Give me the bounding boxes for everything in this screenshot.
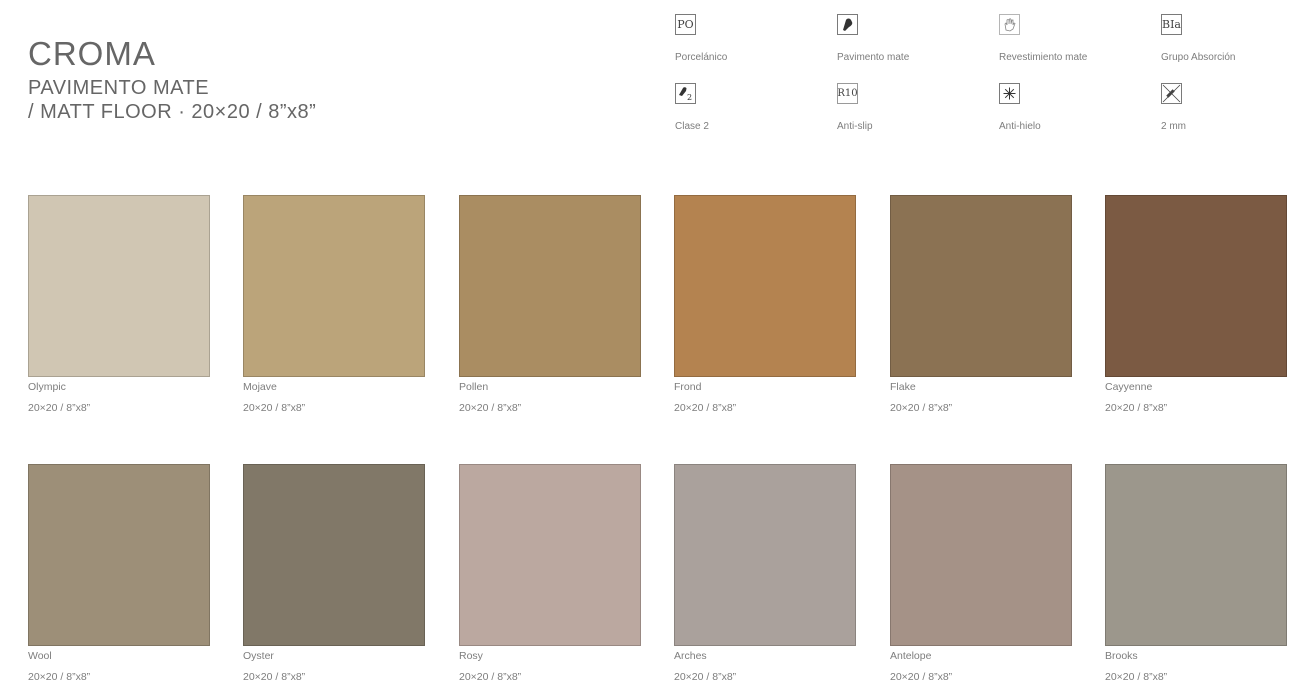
tile-card: Oyster 20×20 / 8”x8” (243, 464, 425, 684)
tile-card: Antelope 20×20 / 8”x8” (890, 464, 1072, 684)
tile-size: 20×20 / 8”x8” (1105, 671, 1168, 683)
hand-icon (999, 14, 1020, 35)
color-swatch (28, 195, 210, 377)
tile-size: 20×20 / 8”x8” (28, 402, 91, 414)
tile-name: Rosy (459, 650, 483, 662)
feature-class-2: 2 Clase 2 (675, 83, 837, 152)
tile-card: Wool 20×20 / 8”x8” (28, 464, 210, 684)
tile-size: 20×20 / 8”x8” (459, 402, 522, 414)
tile-card: Arches 20×20 / 8”x8” (674, 464, 856, 684)
feature-label: Clase 2 (675, 121, 709, 132)
color-swatch (28, 464, 210, 646)
feature-label: Pavimento mate (837, 52, 910, 63)
feature-label: 2 mm (1161, 121, 1186, 132)
porcelain-icon: PO (675, 14, 696, 35)
tile-size: 20×20 / 8”x8” (674, 402, 737, 414)
tile-name: Oyster (243, 650, 274, 662)
class-2-icon: 2 (675, 83, 696, 104)
tile-size: 20×20 / 8”x8” (243, 402, 306, 414)
tile-name: Brooks (1105, 650, 1138, 662)
color-swatch (1105, 464, 1287, 646)
tile-name: Arches (674, 650, 707, 662)
color-swatch (890, 195, 1072, 377)
feature-label: Anti-slip (837, 121, 873, 132)
tile-card: Frond 20×20 / 8”x8” (674, 195, 856, 415)
tile-size: 20×20 / 8”x8” (890, 402, 953, 414)
tile-card: Flake 20×20 / 8”x8” (890, 195, 1072, 415)
tile-card: Brooks 20×20 / 8”x8” (1105, 464, 1287, 684)
tile-size: 20×20 / 8”x8” (890, 671, 953, 683)
tile-size: 20×20 / 8”x8” (459, 671, 522, 683)
feature-label: Anti-hielo (999, 121, 1041, 132)
tile-card: Cayyenne 20×20 / 8”x8” (1105, 195, 1287, 415)
color-swatch (1105, 195, 1287, 377)
tile-name: Frond (674, 381, 702, 393)
subtitle-line-2: / MATT FLOOR · 20×20 / 8”x8” (28, 101, 317, 123)
feature-label: Porcelánico (675, 52, 728, 63)
snowflake-icon (999, 83, 1020, 104)
tile-name: Cayyenne (1105, 381, 1153, 393)
tile-name: Antelope (890, 650, 932, 662)
thickness-icon (1161, 83, 1182, 104)
color-swatch (674, 195, 856, 377)
tile-size: 20×20 / 8”x8” (1105, 402, 1168, 414)
tile-name: Wool (28, 650, 52, 662)
tile-name: Flake (890, 381, 916, 393)
feature-matt-wall: Revestimiento mate (999, 14, 1161, 83)
color-swatch (674, 464, 856, 646)
subtitle-line-1: PAVIMENTO MATE (28, 77, 210, 99)
tile-name: Olympic (28, 381, 66, 393)
svg-text:2: 2 (687, 93, 692, 102)
tile-size: 20×20 / 8”x8” (243, 671, 306, 683)
color-swatch (243, 464, 425, 646)
tile-size: 20×20 / 8”x8” (28, 671, 91, 683)
tile-name: Mojave (243, 381, 277, 393)
absorption-icon: BIa (1161, 14, 1182, 35)
feature-matt-floor: Pavimento mate (837, 14, 999, 83)
shoe-icon (837, 14, 858, 35)
tile-size: 20×20 / 8”x8” (674, 671, 737, 683)
color-swatch (243, 195, 425, 377)
tile-card: Pollen 20×20 / 8”x8” (459, 195, 641, 415)
tile-card: Olympic 20×20 / 8”x8” (28, 195, 210, 415)
page-title: CROMA (28, 35, 156, 72)
color-swatch (890, 464, 1072, 646)
features-grid: PO Porcelánico Pavimento mate Revestimie… (675, 14, 1298, 152)
feature-label: Revestimiento mate (999, 52, 1088, 63)
feature-absorption: BIa Grupo Absorción (1161, 14, 1298, 83)
tile-card: Mojave 20×20 / 8”x8” (243, 195, 425, 415)
tile-card: Rosy 20×20 / 8”x8” (459, 464, 641, 684)
title-block: CROMA PAVIMENTO MATE / MATT FLOOR · 20×2… (28, 36, 316, 124)
color-swatch (459, 195, 641, 377)
anti-slip-icon: R10 (837, 83, 858, 104)
feature-label: Grupo Absorción (1161, 52, 1236, 63)
feature-porcelain: PO Porcelánico (675, 14, 837, 83)
tile-name: Pollen (459, 381, 489, 393)
color-swatch (459, 464, 641, 646)
feature-frost-resistant: Anti-hielo (999, 83, 1161, 152)
feature-anti-slip: R10 Anti-slip (837, 83, 999, 152)
feature-thickness: 2 mm (1161, 83, 1298, 152)
